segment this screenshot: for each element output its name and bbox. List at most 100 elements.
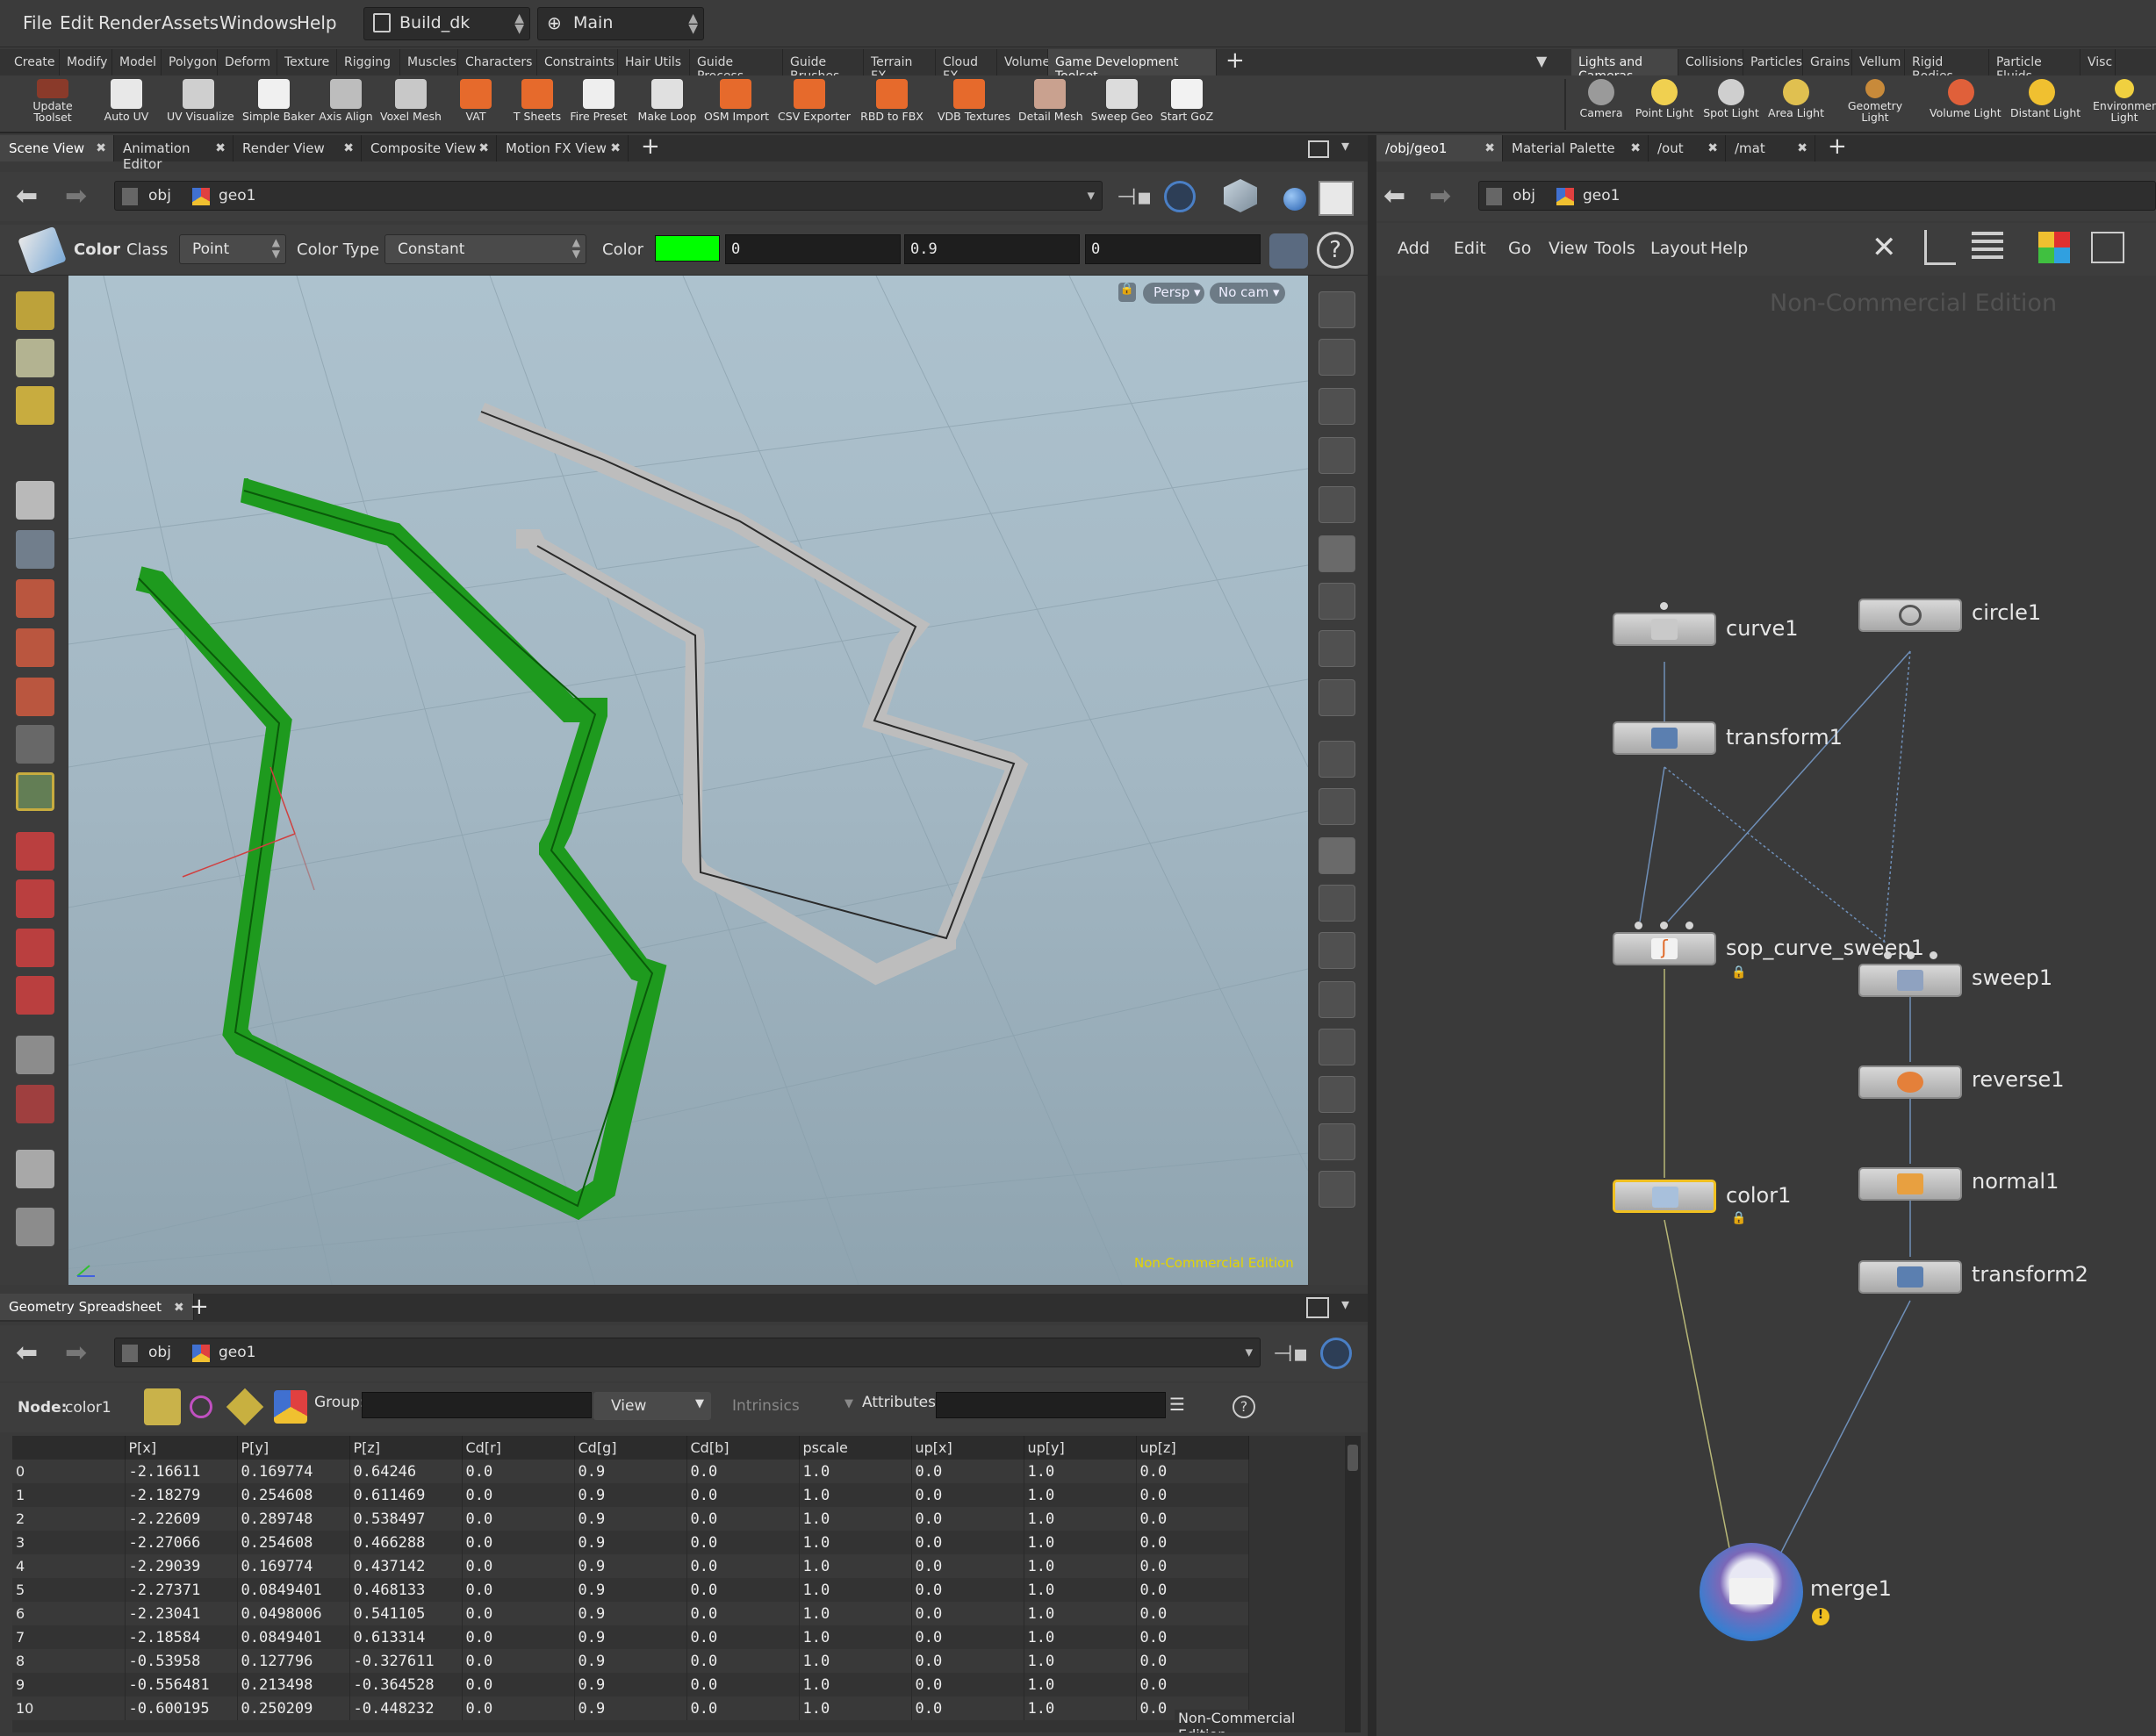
shelf-tab-texture[interactable]: Texture (277, 49, 337, 75)
network-menu-edit[interactable]: Edit (1454, 239, 1486, 258)
points-mode-icon[interactable] (144, 1388, 181, 1425)
column-header[interactable] (12, 1436, 126, 1460)
node-label-sweep1[interactable]: sweep1 (1972, 965, 2052, 990)
shelf-tab-hair-utils[interactable]: Hair Utils (618, 49, 690, 75)
node-label-curve1[interactable]: curve1 (1726, 616, 1799, 641)
display-options-cube-icon[interactable] (1224, 179, 1257, 212)
visibility-icon[interactable] (1319, 741, 1355, 778)
forward-arrow-icon[interactable]: ➡ (65, 1338, 87, 1368)
back-arrow-icon[interactable]: ⬅ (16, 181, 38, 212)
sweep-geo-tool-button[interactable]: Sweep Geo (1090, 77, 1153, 132)
chevron-down-icon[interactable]: ▾ (1341, 137, 1349, 155)
shelf-tab-muscles[interactable]: Muscles (400, 49, 458, 75)
handle-options-icon[interactable] (1269, 233, 1308, 269)
start-goz-tool-button[interactable]: Start GoZ (1155, 77, 1218, 132)
tab-render-view[interactable]: Render View ✖ (234, 135, 362, 161)
menu-windows[interactable]: Windows (219, 12, 298, 33)
shelf-tab-characters[interactable]: Characters (458, 49, 537, 75)
input-connector[interactable] (1930, 951, 1937, 959)
shelf-tab-grains[interactable]: Grains (1803, 49, 1852, 75)
color-r-field[interactable]: 0 (725, 234, 901, 264)
forward-arrow-icon[interactable]: ➡ (1429, 181, 1451, 212)
table-row[interactable]: 5 -2.27371 0.0849401 0.468133 0.0 0.9 0.0 1.0 0.… (12, 1578, 1249, 1602)
environment-light-tool-button[interactable]: Environment Light (2093, 77, 2156, 132)
view-tool-icon[interactable] (16, 291, 54, 330)
column-header[interactable]: P[y] (237, 1436, 350, 1460)
csv-exporter-tool-button[interactable]: CSV Exporter (778, 77, 851, 132)
network-menu-go[interactable]: Go (1508, 239, 1531, 258)
intrinsics-dropdown[interactable]: Intrinsics ▼ (716, 1392, 860, 1420)
link-toggle-button[interactable] (1320, 1338, 1352, 1369)
node-label-reverse1[interactable]: reverse1 (1972, 1067, 2064, 1092)
tools-icon[interactable]: ✕ (1872, 230, 1907, 265)
shelf-tab-visc[interactable]: Visc (2081, 49, 2116, 75)
visibility-template-icon[interactable] (1319, 788, 1355, 825)
camera-tool-icon[interactable] (16, 1036, 54, 1074)
vdb-textures-tool-button[interactable]: VDB Textures (938, 77, 1010, 132)
shelf-tab-lights-and-cameras[interactable]: Lights and Cameras (1571, 49, 1678, 83)
select-arrow-icon[interactable] (16, 481, 54, 520)
path-node[interactable]: geo1 (219, 187, 255, 204)
tab-mat[interactable]: /mat ✖ (1726, 135, 1815, 161)
warning-icon[interactable]: ! (1812, 1608, 1829, 1625)
rbd-to-fbx-tool-button[interactable]: RBD to FBX (860, 77, 923, 132)
vat-tool-button[interactable]: VAT (444, 77, 507, 132)
network-menu-help[interactable]: Help (1710, 239, 1748, 258)
table-row[interactable]: 1 -2.18279 0.254608 0.611469 0.0 0.9 0.0 1.0 0.0… (12, 1483, 1249, 1507)
primitives-mode-icon[interactable] (226, 1388, 264, 1426)
close-icon[interactable]: ✖ (343, 141, 354, 155)
scrollbar-thumb[interactable] (1348, 1445, 1358, 1471)
node-transform1[interactable] (1613, 721, 1716, 755)
table-row[interactable]: 4 -2.29039 0.169774 0.437142 0.0 0.9 0.0 1.0 0.0… (12, 1554, 1249, 1578)
grid-snap-icon[interactable] (1319, 1171, 1355, 1208)
display-icon[interactable] (1319, 486, 1355, 523)
add-shelf-tab-icon[interactable]: + (1225, 47, 1245, 74)
input-connector[interactable] (1660, 602, 1668, 610)
pen-icon[interactable] (1319, 932, 1355, 969)
node-sop-curve-sweep1[interactable]: ʃ (1613, 932, 1716, 965)
class-dropdown[interactable]: Point ▲ ▼ (179, 234, 286, 264)
list-view-icon[interactable] (1972, 232, 2003, 263)
shelf-tab-vellum[interactable]: Vellum (1852, 49, 1905, 75)
shape-palette-icon[interactable] (2091, 232, 2124, 263)
axis-align-tool-button[interactable]: Axis Align (314, 77, 377, 132)
column-header[interactable]: up[x] (911, 1436, 1024, 1460)
lock-select-icon[interactable] (16, 530, 54, 569)
paint-tool-icon[interactable] (16, 386, 54, 425)
node-circle1[interactable] (1858, 599, 1962, 632)
chevron-down-icon[interactable]: ▼ (1536, 53, 1547, 69)
prim-numbers-icon[interactable] (1319, 1076, 1355, 1113)
add-tab-icon[interactable]: + (190, 1294, 209, 1320)
close-icon[interactable]: ✖ (1797, 141, 1807, 155)
node-label-normal1[interactable]: normal1 (1972, 1169, 2059, 1194)
node-color1[interactable] (1613, 1180, 1716, 1213)
tab-material-palette[interactable]: Material Palette ✖ (1503, 135, 1649, 161)
path-root[interactable]: obj (148, 1344, 171, 1361)
close-icon[interactable]: ✖ (478, 141, 489, 155)
node-label-transform1[interactable]: transform1 (1726, 725, 1843, 750)
brush-icon[interactable] (1319, 885, 1355, 922)
pose-icon[interactable] (16, 725, 54, 764)
column-header[interactable]: up[y] (1024, 1436, 1137, 1460)
background-toggle-icon[interactable] (1319, 181, 1354, 216)
point-numbers-icon[interactable] (1319, 981, 1355, 1018)
path-root[interactable]: obj (1513, 187, 1535, 204)
add-tab-icon[interactable]: + (1828, 133, 1847, 160)
close-icon[interactable]: ✖ (174, 1301, 184, 1315)
lattice-magnet-icon[interactable] (16, 929, 54, 967)
desktop-selector[interactable]: Build_dk ▲ ▼ (363, 7, 530, 40)
network-menu-add[interactable]: Add (1398, 239, 1430, 258)
shelf-tab-cloud-fx[interactable]: Cloud FX (936, 49, 997, 83)
color-swatch[interactable] (655, 235, 720, 262)
shelf-tab-game-development-toolset[interactable]: Game Development Toolset (1048, 49, 1217, 83)
tab-out[interactable]: /out ✖ (1649, 135, 1726, 161)
node-label-color1[interactable]: color1 (1726, 1183, 1791, 1208)
scene-viewport[interactable]: 🔒 Persp ▾ No cam ▾ Non-Commercial Editio… (68, 276, 1308, 1285)
color-type-dropdown[interactable]: Constant ▲ ▼ (384, 234, 586, 264)
detail-mesh-tool-button[interactable]: Detail Mesh (1018, 77, 1083, 132)
shelf-tab-collisions[interactable]: Collisions (1678, 49, 1743, 75)
help-icon[interactable]: ? (1233, 1395, 1255, 1418)
shelf-tab-model[interactable]: Model (112, 49, 162, 75)
chevron-down-icon[interactable]: ▾ (1087, 187, 1095, 204)
prim-normals-icon[interactable] (1319, 1029, 1355, 1065)
